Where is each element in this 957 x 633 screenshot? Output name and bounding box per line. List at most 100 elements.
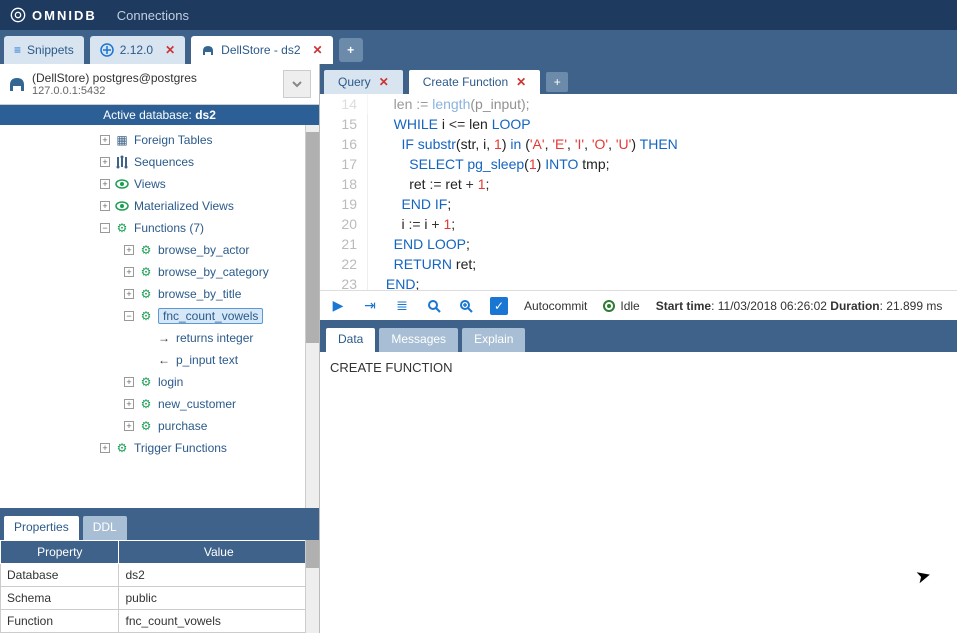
zoom-icon bbox=[459, 299, 473, 313]
tree-node-trigger-functions[interactable]: +⚙Trigger Functions bbox=[0, 437, 315, 459]
add-tab-button[interactable]: + bbox=[339, 38, 363, 62]
close-icon[interactable]: ✕ bbox=[516, 75, 526, 89]
output-tabs: Data Messages Explain bbox=[320, 324, 957, 352]
tree-node-fn-login[interactable]: +⚙login bbox=[0, 371, 315, 393]
search-button[interactable] bbox=[426, 298, 442, 314]
arrow-left-icon: ← bbox=[156, 352, 172, 368]
close-icon[interactable]: ✕ bbox=[379, 75, 389, 89]
conn-dropdown[interactable] bbox=[283, 70, 311, 98]
tree-node-fn-purchase[interactable]: + ⚙ purchase bbox=[0, 415, 315, 437]
gear-icon: ⚙ bbox=[138, 418, 154, 434]
gear-icon: ⚙ bbox=[138, 396, 154, 412]
close-icon[interactable]: ✕ bbox=[313, 43, 323, 57]
top-tab-strip: ≡ Snippets 2.12.0 ✕ DellStore - ds2 ✕ + bbox=[0, 30, 957, 64]
tab-query[interactable]: Query✕ bbox=[324, 70, 403, 94]
collapse-icon[interactable]: − bbox=[124, 311, 134, 321]
object-tree: +▦Foreign Tables +Sequences +Views +Mate… bbox=[0, 125, 319, 508]
tab-dellstore[interactable]: DellStore - ds2 ✕ bbox=[191, 36, 332, 64]
list-button[interactable]: ≣ bbox=[394, 298, 410, 314]
node-label: fnc_count_vowels bbox=[158, 308, 263, 324]
expand-icon[interactable]: + bbox=[124, 245, 134, 255]
gutter: 18 bbox=[320, 174, 368, 194]
tab-messages[interactable]: Messages bbox=[379, 328, 458, 352]
tree-node-fn-new-customer[interactable]: +⚙new_customer bbox=[0, 393, 315, 415]
node-label: purchase bbox=[158, 419, 207, 433]
node-label: Foreign Tables bbox=[134, 133, 213, 147]
prop-val: ds2 bbox=[119, 564, 319, 587]
tree-node-fn-count-vowels[interactable]: −⚙fnc_count_vowels bbox=[0, 305, 315, 327]
node-label: returns integer bbox=[176, 331, 253, 345]
node-label: p_input text bbox=[176, 353, 238, 367]
brand-logo: OMNIDB bbox=[10, 7, 97, 23]
start-time-label: Start time bbox=[656, 299, 711, 313]
expand-icon[interactable]: + bbox=[124, 421, 134, 431]
gutter: 20 bbox=[320, 214, 368, 234]
tree-node-param[interactable]: ← p_input text bbox=[0, 349, 315, 371]
expand-icon[interactable]: + bbox=[100, 157, 110, 167]
expand-icon[interactable]: + bbox=[124, 399, 134, 409]
right-panel: Query✕ Create Function✕ + 14 len := leng… bbox=[320, 64, 957, 633]
tree-node-matviews[interactable]: +Materialized Views bbox=[0, 195, 315, 217]
search-icon bbox=[427, 299, 441, 313]
tree-node-foreign-tables[interactable]: +▦Foreign Tables bbox=[0, 129, 315, 151]
gutter: 17 bbox=[320, 154, 368, 174]
expand-icon[interactable]: + bbox=[100, 135, 110, 145]
expand-icon[interactable]: + bbox=[124, 377, 134, 387]
output-message: CREATE FUNCTION bbox=[330, 360, 453, 375]
connections-link[interactable]: Connections bbox=[117, 8, 189, 23]
status-idle: Idle bbox=[620, 299, 639, 313]
gutter: 23 bbox=[320, 274, 368, 290]
tab-snippets[interactable]: ≡ Snippets bbox=[4, 36, 84, 64]
tree-node-fn-browse-title[interactable]: +⚙browse_by_title bbox=[0, 283, 315, 305]
tab-postgres[interactable]: 2.12.0 ✕ bbox=[90, 36, 185, 64]
tree-node-sequences[interactable]: +Sequences bbox=[0, 151, 315, 173]
duration-label: Duration bbox=[830, 299, 879, 313]
collapse-icon[interactable]: − bbox=[100, 223, 110, 233]
props-scrollbar[interactable] bbox=[305, 540, 319, 633]
tree-node-functions[interactable]: −⚙Functions (7) bbox=[0, 217, 315, 239]
tab-properties[interactable]: Properties bbox=[4, 516, 79, 540]
autocommit-checkbox[interactable]: ✓ bbox=[490, 297, 508, 315]
prop-key: Database bbox=[1, 564, 119, 587]
node-label: browse_by_category bbox=[158, 265, 269, 279]
tree-node-returns[interactable]: → returns integer bbox=[0, 327, 315, 349]
eye-icon bbox=[114, 176, 130, 192]
expand-icon[interactable]: + bbox=[100, 179, 110, 189]
tree-node-fn-browse-category[interactable]: +⚙browse_by_category bbox=[0, 261, 315, 283]
add-editor-tab[interactable]: + bbox=[546, 72, 568, 92]
tab-data[interactable]: Data bbox=[326, 328, 375, 352]
tab-ddl[interactable]: DDL bbox=[83, 516, 127, 540]
tab-explain[interactable]: Explain bbox=[462, 328, 525, 352]
tree-scrollbar[interactable] bbox=[305, 125, 319, 508]
active-db-name: ds2 bbox=[195, 108, 216, 122]
tab-create-function[interactable]: Create Function✕ bbox=[409, 70, 540, 94]
gutter: 21 bbox=[320, 234, 368, 254]
indent-button[interactable]: ⇥ bbox=[362, 298, 378, 314]
conn-name: (DellStore) postgres@postgres bbox=[32, 71, 277, 85]
tab-snippets-label: Snippets bbox=[27, 43, 74, 57]
snippets-icon: ≡ bbox=[14, 43, 21, 57]
expand-icon[interactable]: + bbox=[100, 443, 110, 453]
expand-icon[interactable]: + bbox=[124, 289, 134, 299]
gear-icon: ⚙ bbox=[138, 308, 154, 324]
node-label: browse_by_actor bbox=[158, 243, 249, 257]
elephant-icon bbox=[201, 43, 215, 57]
prop-key: Schema bbox=[1, 587, 119, 610]
arrow-right-icon: → bbox=[156, 330, 172, 346]
gear-icon: ⚙ bbox=[138, 242, 154, 258]
gear-icon: ⚙ bbox=[138, 286, 154, 302]
tree-node-fn-browse-actor[interactable]: + ⚙ browse_by_actor bbox=[0, 239, 315, 261]
status-dot-icon bbox=[603, 300, 615, 312]
mouse-cursor-icon: ➤ bbox=[913, 564, 933, 588]
editor-toolbar: ▶ ⇥ ≣ ✓ Autocommit Idle Start time: 11/0… bbox=[320, 290, 957, 324]
left-panel: (DellStore) postgres@postgres 127.0.0.1:… bbox=[0, 64, 320, 633]
zoom-button[interactable] bbox=[458, 298, 474, 314]
tree-node-views[interactable]: +Views bbox=[0, 173, 315, 195]
start-time-value: : 11/03/2018 06:26:02 bbox=[711, 299, 830, 313]
code-editor[interactable]: 14 len := length(p_input); 15 WHILE i <=… bbox=[320, 94, 957, 290]
close-icon[interactable]: ✕ bbox=[165, 43, 175, 57]
run-button[interactable]: ▶ bbox=[330, 298, 346, 314]
expand-icon[interactable]: + bbox=[100, 201, 110, 211]
prop-key: Function bbox=[1, 610, 119, 633]
expand-icon[interactable]: + bbox=[124, 267, 134, 277]
